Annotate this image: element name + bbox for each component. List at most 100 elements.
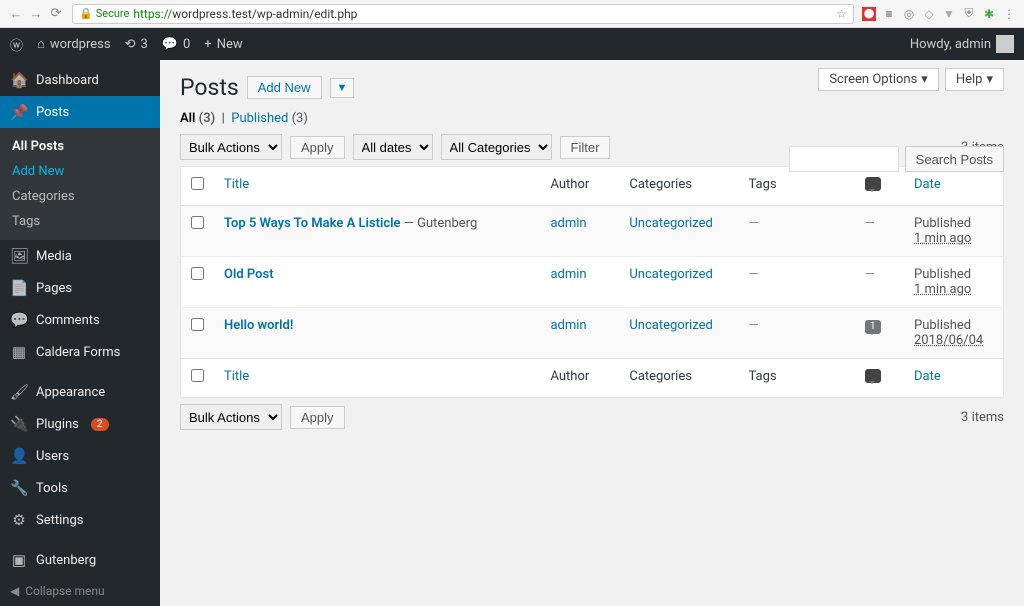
avatar <box>996 35 1014 53</box>
shield-icon[interactable]: ⛨ <box>962 7 976 21</box>
bulk-actions-select[interactable]: Bulk Actions <box>180 404 282 430</box>
star-icon[interactable]: ☆ <box>836 7 847 21</box>
table-row: Hello world!adminUncategorized—1Publishe… <box>181 308 1004 359</box>
menu-gutenberg[interactable]: ▣Gutenberg <box>0 544 160 576</box>
submenu-add-new[interactable]: Add New <box>0 159 160 184</box>
col-tags: Tags <box>738 167 854 206</box>
table-row: Top 5 Ways To Make A Listicle — Gutenber… <box>181 206 1004 257</box>
post-title-link[interactable]: Hello world! <box>224 318 293 333</box>
extension-icon[interactable]: ◇ <box>922 7 936 21</box>
buffer-icon[interactable]: ≡ <box>882 7 896 21</box>
reload-icon[interactable]: ⟳ <box>48 6 64 22</box>
menu-plugins[interactable]: 🔌Plugins2 <box>0 408 160 440</box>
row-checkbox[interactable] <box>191 318 204 331</box>
comment-count-bubble[interactable]: 1 <box>865 320 881 334</box>
extension-icon[interactable]: ✱ <box>982 7 996 21</box>
comments-link[interactable]: 💬0 <box>162 37 191 52</box>
apply-button[interactable]: Apply <box>290 406 345 429</box>
extension-icon[interactable]: ▼ <box>942 7 956 21</box>
submenu-posts: All Posts Add New Categories Tags <box>0 128 160 240</box>
col-author: Author <box>540 167 619 206</box>
submenu-all-posts[interactable]: All Posts <box>0 134 160 159</box>
comment-icon: 💬 <box>10 311 28 329</box>
menu-settings[interactable]: ⚙Settings <box>0 504 160 536</box>
select-all-checkbox[interactable] <box>191 177 204 190</box>
no-comments: — <box>865 216 875 231</box>
admin-bar: ⓦ ⌂wordpress ⟲3 💬0 +New Howdy, admin <box>0 28 1024 60</box>
apply-button[interactable]: Apply <box>290 136 345 159</box>
extension-icon[interactable]: ⬤ <box>862 7 876 21</box>
post-title-link[interactable]: Top 5 Ways To Make A Listicle <box>224 216 401 231</box>
new-content[interactable]: +New <box>204 37 242 52</box>
submenu-tags[interactable]: Tags <box>0 209 160 234</box>
collapse-menu[interactable]: ◀Collapse menu <box>0 576 160 606</box>
menu-comments[interactable]: 💬Comments <box>0 304 160 336</box>
screen-options-button[interactable]: Screen Options▾ <box>818 68 939 91</box>
post-title-link[interactable]: Old Post <box>224 267 274 282</box>
menu-media[interactable]: 🖼Media <box>0 240 160 272</box>
page-icon: 📄 <box>10 279 28 297</box>
author-link[interactable]: admin <box>550 267 586 282</box>
wrench-icon: 🔧 <box>10 479 28 497</box>
comment-icon: 💬 <box>162 37 178 52</box>
add-new-dropdown[interactable]: ▼ <box>330 78 355 98</box>
col-title[interactable]: Title <box>224 177 249 192</box>
add-new-button[interactable]: Add New <box>247 76 322 99</box>
extension-icon[interactable]: ◎ <box>902 7 916 21</box>
menu-users[interactable]: 👤Users <box>0 440 160 472</box>
plugin-icon: 🔌 <box>10 415 28 433</box>
menu-caldera-forms[interactable]: ▦Caldera Forms <box>0 336 160 368</box>
lock-icon: 🔒 Secure <box>79 7 129 20</box>
date-filter-select[interactable]: All dates <box>353 134 433 160</box>
post-state: — Gutenberg <box>401 216 478 231</box>
filter-button[interactable]: Filter <box>560 136 611 159</box>
no-tags: — <box>748 216 758 231</box>
home-icon: ⌂ <box>37 36 45 52</box>
plus-icon: + <box>204 37 211 52</box>
row-checkbox[interactable] <box>191 216 204 229</box>
submenu-categories[interactable]: Categories <box>0 184 160 209</box>
site-name[interactable]: ⌂wordpress <box>37 36 111 52</box>
menu-tools[interactable]: 🔧Tools <box>0 472 160 504</box>
col-date[interactable]: Date <box>914 369 941 384</box>
row-checkbox[interactable] <box>191 267 204 280</box>
author-link[interactable]: admin <box>550 216 586 231</box>
menu-dashboard[interactable]: 🏠Dashboard <box>0 64 160 96</box>
select-all-checkbox[interactable] <box>191 369 204 382</box>
menu-appearance[interactable]: 🖌Appearance <box>0 376 160 408</box>
forward-icon[interactable]: → <box>28 6 44 22</box>
media-icon: 🖼 <box>10 247 28 265</box>
wp-logo[interactable]: ⓦ <box>10 35 23 54</box>
back-icon[interactable]: ← <box>8 6 24 22</box>
items-count: 3 items <box>961 410 1004 425</box>
menu-posts[interactable]: 📌Posts <box>0 96 160 128</box>
filter-all[interactable]: All (3) <box>180 111 215 126</box>
user-icon: 👤 <box>10 447 28 465</box>
menu-icon[interactable]: ⋮ <box>1002 7 1016 21</box>
filter-published[interactable]: Published (3) <box>231 111 308 126</box>
col-comments <box>855 167 904 206</box>
search-input[interactable] <box>789 146 899 172</box>
col-categories: Categories <box>619 167 738 206</box>
user-menu[interactable]: Howdy, admin <box>910 35 1014 53</box>
bulk-actions-select[interactable]: Bulk Actions <box>180 134 282 160</box>
browser-chrome: ← → ⟳ 🔒 Secure https://wordpress.test/wp… <box>0 0 1024 28</box>
col-author: Author <box>540 359 619 398</box>
menu-pages[interactable]: 📄Pages <box>0 272 160 304</box>
help-button[interactable]: Help▾ <box>945 68 1004 91</box>
post-date: Published2018/06/04 <box>904 308 1004 359</box>
updates-link[interactable]: ⟲3 <box>125 37 148 52</box>
search-button[interactable]: Search Posts <box>905 146 1004 172</box>
category-filter-select[interactable]: All Categories <box>441 134 552 160</box>
col-date[interactable]: Date <box>914 177 941 192</box>
post-date: Published1 min ago <box>904 206 1004 257</box>
col-title[interactable]: Title <box>224 369 249 384</box>
category-link[interactable]: Uncategorized <box>629 216 712 231</box>
author-link[interactable]: admin <box>550 318 586 333</box>
category-link[interactable]: Uncategorized <box>629 267 712 282</box>
category-link[interactable]: Uncategorized <box>629 318 712 333</box>
url-protocol: https:// <box>133 7 172 21</box>
gutenberg-icon: ▣ <box>10 551 28 569</box>
url-bar[interactable]: 🔒 Secure https://wordpress.test/wp-admin… <box>72 4 854 24</box>
chevron-down-icon: ▾ <box>921 72 928 87</box>
